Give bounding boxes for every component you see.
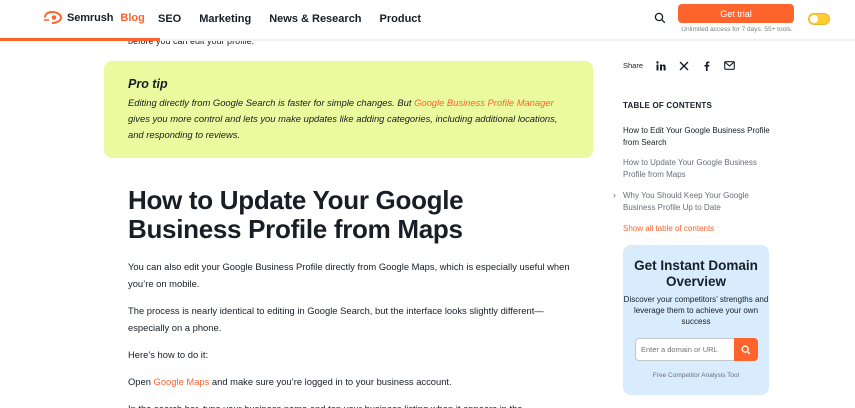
paragraph-4: Open Google Maps and make sure you’re lo… bbox=[128, 373, 578, 390]
pro-tip-text: Editing directly from Google Search is f… bbox=[128, 95, 569, 143]
paragraph-5: In the search bar, type your business na… bbox=[128, 400, 578, 408]
trial-subtext: Unlimited access for 7 days. 55+ tools. bbox=[681, 26, 793, 33]
facebook-share-button[interactable] bbox=[699, 58, 714, 73]
paragraph-4-after: and make sure you’re logged in to your b… bbox=[209, 376, 452, 387]
paragraph-3: Here’s how to do it: bbox=[128, 349, 209, 360]
promo-title: Get Instant Domain Overview bbox=[634, 258, 758, 289]
logo-text: Semrush bbox=[67, 11, 114, 24]
main-nav: SEO Marketing News & Research Product bbox=[158, 13, 421, 25]
show-all-toc-link[interactable]: Show all table of contents bbox=[623, 224, 714, 233]
toc-item-edit-from-search[interactable]: How to Edit Your Google Business Profile… bbox=[623, 125, 773, 149]
theme-toggle[interactable] bbox=[808, 13, 830, 25]
linkedin-icon bbox=[655, 60, 666, 70]
promo-description: Discover your competitors’ strengths and… bbox=[623, 295, 769, 326]
nav-item-marketing[interactable]: Marketing bbox=[199, 13, 251, 25]
mail-icon bbox=[724, 61, 735, 70]
toc-title: TABLE OF CONTENTS bbox=[623, 101, 713, 110]
toggle-knob bbox=[810, 15, 818, 23]
site-header: Semrush Blog SEO Marketing News & Resear… bbox=[0, 0, 855, 41]
logo-sub: Blog bbox=[120, 11, 145, 24]
paragraph-4-before: Open bbox=[128, 376, 154, 387]
nav-item-seo[interactable]: SEO bbox=[158, 13, 181, 25]
share-bar: Share bbox=[623, 58, 737, 73]
paragraph-1: You can also edit your Google Business P… bbox=[128, 261, 570, 289]
paragraph-2: The process is nearly identical to editi… bbox=[128, 305, 544, 333]
google-maps-link[interactable]: Google Maps bbox=[154, 376, 210, 387]
reading-progress-bar bbox=[0, 38, 160, 41]
pro-tip-text-after: gives you more control and lets you make… bbox=[128, 113, 558, 140]
pro-tip-text-before: Editing directly from Google Search is f… bbox=[128, 97, 415, 108]
facebook-icon bbox=[704, 61, 709, 71]
search-icon bbox=[741, 345, 751, 354]
x-icon bbox=[679, 61, 689, 70]
nav-item-product[interactable]: Product bbox=[380, 13, 422, 25]
email-share-button[interactable] bbox=[722, 58, 737, 73]
linkedin-share-button[interactable] bbox=[653, 58, 668, 73]
semrush-logo[interactable]: Semrush Blog bbox=[44, 11, 145, 24]
x-share-button[interactable] bbox=[676, 58, 691, 73]
toc-item-why-keep-up-to-date[interactable]: Why You Should Keep Your Google Business… bbox=[623, 190, 773, 214]
gbp-manager-link[interactable]: Google Business Profile Manager bbox=[414, 97, 554, 108]
share-label: Share bbox=[623, 61, 644, 70]
pro-tip-title: Pro tip bbox=[128, 77, 168, 91]
semrush-logo-icon bbox=[44, 11, 62, 24]
pro-tip-box: Pro tip Editing directly from Google Sea… bbox=[104, 61, 593, 158]
section-heading: How to Update Your Google Business Profi… bbox=[128, 185, 464, 244]
toc-item-update-from-maps[interactable]: How to Update Your Google Business Profi… bbox=[623, 157, 773, 181]
domain-overview-widget: Get Instant Domain Overview Discover you… bbox=[623, 245, 769, 395]
promo-footer: Free Competitor Analysis Tool bbox=[652, 372, 740, 379]
domain-input[interactable] bbox=[635, 338, 735, 361]
get-trial-button[interactable]: Get trial bbox=[678, 4, 794, 23]
nav-item-news-research[interactable]: News & Research bbox=[269, 13, 361, 25]
chevron-right-icon: › bbox=[613, 190, 616, 200]
domain-search-button[interactable] bbox=[734, 338, 758, 361]
search-icon[interactable] bbox=[654, 12, 666, 24]
